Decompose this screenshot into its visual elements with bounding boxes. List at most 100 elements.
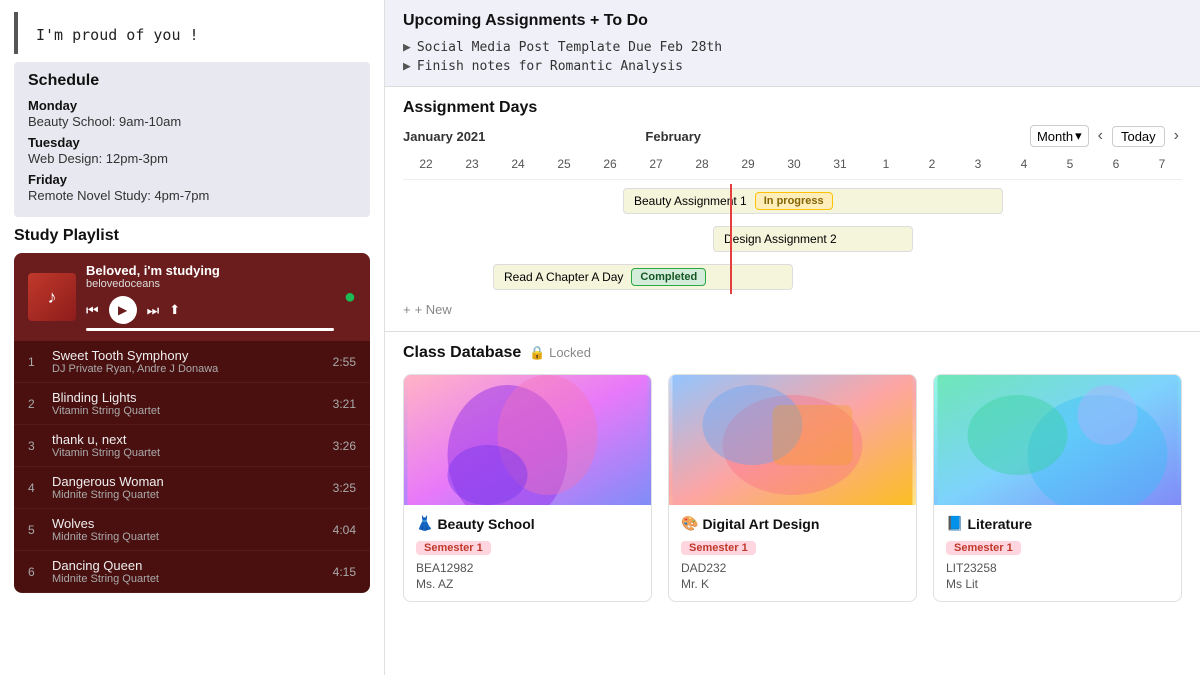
- class-teacher-lit: Ms Lit: [946, 577, 1169, 591]
- todo-item-1: ▶ Social Media Post Template Due Feb 28t…: [403, 38, 1182, 57]
- calendar-day: 31: [817, 157, 863, 171]
- gantt-row-beauty: Beauty Assignment 1 In progress: [403, 184, 1182, 218]
- calendar-day: 26: [587, 157, 633, 171]
- gantt-row-reading: Read A Chapter A Day Completed: [403, 260, 1182, 294]
- schedule-title: Schedule: [28, 72, 356, 90]
- calendar-day: 29: [725, 157, 771, 171]
- next-button[interactable]: ⏭: [147, 302, 160, 319]
- class-teacher-beauty: Ms. AZ: [416, 577, 639, 591]
- spotify-player: ♪ Beloved, i'm studying belovedoceans ⏮ …: [14, 253, 370, 341]
- now-playing-artist: belovedoceans: [86, 278, 334, 290]
- semester-badge-design: Semester 1: [681, 541, 756, 555]
- january-label: January 2021: [403, 129, 485, 144]
- album-art: ♪: [28, 273, 76, 321]
- calendar-day: 22: [403, 157, 449, 171]
- calendar-day: 5: [1047, 157, 1093, 171]
- playlist-item[interactable]: 2 Blinding Lights Vitamin String Quartet…: [14, 383, 370, 425]
- plus-icon: +: [403, 302, 411, 317]
- february-label: February: [645, 129, 1030, 144]
- class-card-beauty[interactable]: 👗 Beauty School Semester 1 BEA12982 Ms. …: [403, 374, 652, 602]
- track-info: Dancing Queen Midnite String Quartet: [52, 558, 325, 585]
- calendar-day: 4: [1001, 157, 1047, 171]
- calendar-day: 6: [1093, 157, 1139, 171]
- class-cards: 👗 Beauty School Semester 1 BEA12982 Ms. …: [403, 374, 1182, 602]
- design-art-image: [669, 375, 916, 505]
- upcoming-section: Upcoming Assignments + To Do ▶ Social Me…: [385, 0, 1200, 87]
- track-duration: 2:55: [333, 355, 356, 369]
- class-name-design: 🎨 Digital Art Design: [681, 515, 904, 532]
- class-db-title: Class Database: [403, 344, 521, 362]
- class-card-body-design: 🎨 Digital Art Design Semester 1 DAD232 M…: [669, 505, 916, 601]
- track-info: Sweet Tooth Symphony DJ Private Ryan, An…: [52, 348, 325, 375]
- track-name: Blinding Lights: [52, 390, 325, 405]
- playlist-item[interactable]: 3 thank u, next Vitamin String Quartet 3…: [14, 425, 370, 467]
- semester-badge-lit: Semester 1: [946, 541, 1021, 555]
- calendar-day: 28: [679, 157, 725, 171]
- upcoming-title: Upcoming Assignments + To Do: [403, 12, 1182, 30]
- class-card-design[interactable]: 🎨 Digital Art Design Semester 1 DAD232 M…: [668, 374, 917, 602]
- class-card-body-beauty: 👗 Beauty School Semester 1 BEA12982 Ms. …: [404, 505, 651, 601]
- schedule-day-3: Friday Remote Novel Study: 4pm-7pm: [28, 172, 356, 203]
- share-icon[interactable]: ⬆: [169, 302, 180, 318]
- calendar-day: 23: [449, 157, 495, 171]
- schedule-day-2: Tuesday Web Design: 12pm-3pm: [28, 135, 356, 166]
- track-info: Dangerous Woman Midnite String Quartet: [52, 474, 325, 501]
- today-button[interactable]: Today: [1112, 126, 1165, 147]
- class-card-lit[interactable]: 📘 Literature Semester 1 LIT23258 Ms Lit: [933, 374, 1182, 602]
- play-controls: ⏮ ▶ ⏭ ⬆: [86, 296, 334, 324]
- track-info: Wolves Midnite String Quartet: [52, 516, 325, 543]
- bullet-2: ▶: [403, 59, 411, 74]
- in-progress-badge: In progress: [755, 192, 833, 210]
- playlist-list: 1 Sweet Tooth Symphony DJ Private Ryan, …: [14, 341, 370, 593]
- class-db-section: Class Database 🔒 Locked: [385, 332, 1200, 675]
- cal-controls: Month ▾ ‹ Today ›: [1030, 125, 1182, 147]
- gantt-row-design: Design Assignment 2: [403, 222, 1182, 256]
- track-num: 1: [28, 355, 46, 369]
- track-artist: Midnite String Quartet: [52, 573, 325, 585]
- playlist-title: Study Playlist: [14, 227, 370, 245]
- calendar-day: 1: [863, 157, 909, 171]
- track-artist: Vitamin String Quartet: [52, 405, 325, 417]
- next-month-button[interactable]: ›: [1171, 127, 1182, 145]
- right-panel: Upcoming Assignments + To Do ▶ Social Me…: [385, 0, 1200, 675]
- calendar-header: January 2021 February Month ▾ ‹ Today ›: [403, 125, 1182, 147]
- calendar-day: 24: [495, 157, 541, 171]
- playlist-item[interactable]: 6 Dancing Queen Midnite String Quartet 4…: [14, 551, 370, 593]
- track-duration: 3:21: [333, 397, 356, 411]
- prev-month-button[interactable]: ‹: [1095, 127, 1106, 145]
- track-duration: 3:26: [333, 439, 356, 453]
- track-info: Blinding Lights Vitamin String Quartet: [52, 390, 325, 417]
- completed-badge: Completed: [631, 268, 706, 286]
- play-button[interactable]: ▶: [109, 296, 137, 324]
- calendar-day: 27: [633, 157, 679, 171]
- class-code-design: DAD232: [681, 561, 904, 575]
- calendar-day: 2: [909, 157, 955, 171]
- gantt-rows: Beauty Assignment 1 In progress Design A…: [403, 184, 1182, 294]
- schedule-day-1: Monday Beauty School: 9am-10am: [28, 98, 356, 129]
- new-assignment-button[interactable]: + + New: [403, 298, 1182, 321]
- track-duration: 3:25: [333, 481, 356, 495]
- prev-button[interactable]: ⏮: [86, 302, 99, 319]
- track-name: Dancing Queen: [52, 558, 325, 573]
- track-duration: 4:04: [333, 523, 356, 537]
- track-name: Wolves: [52, 516, 325, 531]
- design-bar: Design Assignment 2: [713, 226, 913, 252]
- playlist-item[interactable]: 1 Sweet Tooth Symphony DJ Private Ryan, …: [14, 341, 370, 383]
- calendar-section: Assignment Days January 2021 February Mo…: [385, 87, 1200, 332]
- today-line: [730, 184, 732, 294]
- playlist-section: Study Playlist ♪ Beloved, i'm studying b…: [14, 227, 370, 593]
- playlist-item[interactable]: 4 Dangerous Woman Midnite String Quartet…: [14, 467, 370, 509]
- track-name: Dangerous Woman: [52, 474, 325, 489]
- chevron-down-icon: ▾: [1075, 128, 1082, 144]
- reading-bar: Read A Chapter A Day Completed: [493, 264, 793, 290]
- playlist-item[interactable]: 5 Wolves Midnite String Quartet 4:04: [14, 509, 370, 551]
- lock-label: 🔒 Locked: [529, 345, 591, 361]
- month-select[interactable]: Month ▾: [1030, 125, 1089, 147]
- bullet-1: ▶: [403, 40, 411, 55]
- track-num: 5: [28, 523, 46, 537]
- class-db-header: Class Database 🔒 Locked: [403, 344, 1182, 362]
- class-name-beauty: 👗 Beauty School: [416, 515, 639, 532]
- beauty-bar: Beauty Assignment 1 In progress: [623, 188, 1003, 214]
- calendar-day: 30: [771, 157, 817, 171]
- calendar-title: Assignment Days: [403, 99, 1182, 117]
